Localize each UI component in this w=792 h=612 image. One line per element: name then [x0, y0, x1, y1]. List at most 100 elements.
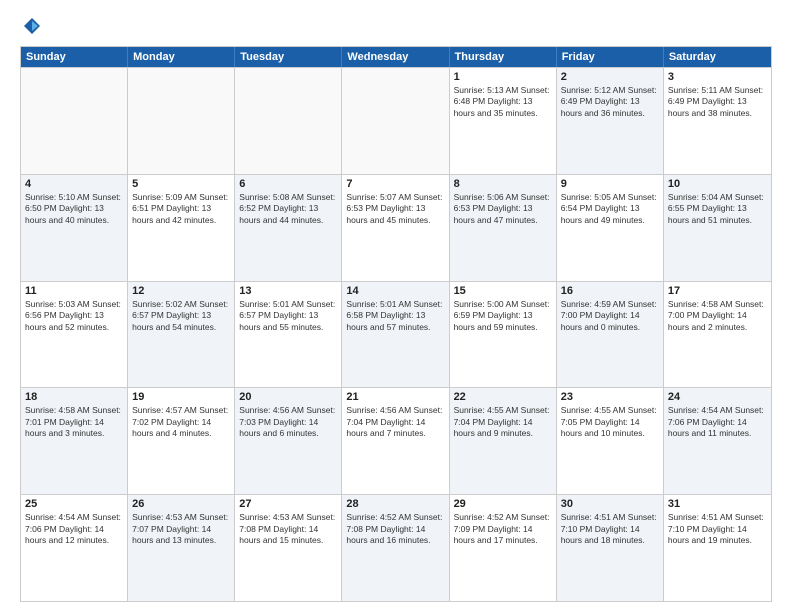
day-number: 27 [239, 498, 337, 510]
day-info: Sunrise: 5:05 AM Sunset: 6:54 PM Dayligh… [561, 192, 659, 226]
empty-cell-0-3 [342, 68, 449, 174]
day-info: Sunrise: 4:59 AM Sunset: 7:00 PM Dayligh… [561, 299, 659, 333]
day-info: Sunrise: 5:04 AM Sunset: 6:55 PM Dayligh… [668, 192, 767, 226]
weekday-header-wednesday: Wednesday [342, 47, 449, 67]
day-number: 11 [25, 285, 123, 297]
calendar-body: 1 Sunrise: 5:13 AM Sunset: 6:48 PM Daylig… [21, 67, 771, 601]
day-info: Sunrise: 5:11 AM Sunset: 6:49 PM Dayligh… [668, 85, 767, 119]
day-cell-6: 6Sunrise: 5:08 AM Sunset: 6:52 PM Daylig… [235, 175, 342, 281]
day-cell-25: 25 Sunrise: 4:54 AM Sunset: 7:06 PM Dayli… [21, 495, 128, 601]
day-info: Sunrise: 4:58 AM Sunset: 7:01 PM Dayligh… [25, 405, 123, 439]
day-number: 13 [239, 285, 337, 297]
day-info: Sunrise: 5:09 AM Sunset: 6:51 PM Dayligh… [132, 192, 230, 226]
calendar-row-1: 4 Sunrise: 5:10 AM Sunset: 6:50 PM Daylig… [21, 174, 771, 281]
day-number: 3 [668, 71, 767, 83]
weekday-header-saturday: Saturday [664, 47, 771, 67]
day-number: 2 [561, 71, 659, 83]
day-number: 7 [346, 178, 444, 190]
day-cell-7: 7 Sunrise: 5:07 AM Sunset: 6:53 PM Daylig… [342, 175, 449, 281]
day-cell-5: 5 Sunrise: 5:09 AM Sunset: 6:51 PM Daylig… [128, 175, 235, 281]
day-info: Sunrise: 4:51 AM Sunset: 7:10 PM Dayligh… [668, 512, 767, 546]
day-cell-12: 12 Sunrise: 5:02 AM Sunset: 6:57 PM Dayli… [128, 282, 235, 388]
day-number: 30 [561, 498, 659, 510]
day-info: Sunrise: 5:01 AM Sunset: 6:57 PM Dayligh… [239, 299, 337, 333]
day-info: Sunrise: 5:08 AM Sunset: 6:52 PM Dayligh… [239, 192, 337, 226]
day-info: Sunrise: 5:10 AM Sunset: 6:50 PM Dayligh… [25, 192, 123, 226]
day-info: Sunrise: 4:56 AM Sunset: 7:03 PM Dayligh… [239, 405, 337, 439]
weekday-header-sunday: Sunday [21, 47, 128, 67]
day-info: Sunrise: 4:55 AM Sunset: 7:04 PM Dayligh… [454, 405, 552, 439]
logo-icon [22, 16, 42, 36]
day-number: 4 [25, 178, 123, 190]
empty-cell-0-2 [235, 68, 342, 174]
day-number: 12 [132, 285, 230, 297]
day-cell-17: 17 Sunrise: 4:58 AM Sunset: 7:00 PM Dayli… [664, 282, 771, 388]
day-cell-30: 30 Sunrise: 4:51 AM Sunset: 7:10 PM Dayli… [557, 495, 664, 601]
day-cell-24: 24Sunrise: 4:54 AM Sunset: 7:06 PM Dayli… [664, 388, 771, 494]
day-number: 17 [668, 285, 767, 297]
day-cell-16: 16Sunrise: 4:59 AM Sunset: 7:00 PM Dayli… [557, 282, 664, 388]
day-number: 25 [25, 498, 123, 510]
day-cell-11: 11 Sunrise: 5:03 AM Sunset: 6:56 PM Dayli… [21, 282, 128, 388]
day-info: Sunrise: 4:56 AM Sunset: 7:04 PM Dayligh… [346, 405, 444, 439]
day-info: Sunrise: 4:51 AM Sunset: 7:10 PM Dayligh… [561, 512, 659, 546]
weekday-header-monday: Monday [128, 47, 235, 67]
day-info: Sunrise: 4:54 AM Sunset: 7:06 PM Dayligh… [668, 405, 767, 439]
calendar-header: SundayMondayTuesdayWednesdayThursdayFrid… [21, 47, 771, 67]
day-number: 10 [668, 178, 767, 190]
day-number: 8 [454, 178, 552, 190]
day-info: Sunrise: 5:02 AM Sunset: 6:57 PM Dayligh… [132, 299, 230, 333]
day-number: 15 [454, 285, 552, 297]
day-cell-21: 21Sunrise: 4:56 AM Sunset: 7:04 PM Dayli… [342, 388, 449, 494]
day-number: 26 [132, 498, 230, 510]
day-info: Sunrise: 5:06 AM Sunset: 6:53 PM Dayligh… [454, 192, 552, 226]
day-info: Sunrise: 4:58 AM Sunset: 7:00 PM Dayligh… [668, 299, 767, 333]
day-info: Sunrise: 4:53 AM Sunset: 7:08 PM Dayligh… [239, 512, 337, 546]
calendar: SundayMondayTuesdayWednesdayThursdayFrid… [20, 46, 772, 602]
day-cell-1: 1 Sunrise: 5:13 AM Sunset: 6:48 PM Daylig… [450, 68, 557, 174]
day-info: Sunrise: 5:12 AM Sunset: 6:49 PM Dayligh… [561, 85, 659, 119]
calendar-row-4: 25 Sunrise: 4:54 AM Sunset: 7:06 PM Dayli… [21, 494, 771, 601]
day-cell-22: 22Sunrise: 4:55 AM Sunset: 7:04 PM Dayli… [450, 388, 557, 494]
day-info: Sunrise: 4:57 AM Sunset: 7:02 PM Dayligh… [132, 405, 230, 439]
weekday-header-tuesday: Tuesday [235, 47, 342, 67]
day-info: Sunrise: 4:55 AM Sunset: 7:05 PM Dayligh… [561, 405, 659, 439]
day-info: Sunrise: 5:07 AM Sunset: 6:53 PM Dayligh… [346, 192, 444, 226]
day-cell-3: 3 Sunrise: 5:11 AM Sunset: 6:49 PM Daylig… [664, 68, 771, 174]
day-cell-18: 18 Sunrise: 4:58 AM Sunset: 7:01 PM Dayli… [21, 388, 128, 494]
day-number: 29 [454, 498, 552, 510]
day-number: 14 [346, 285, 444, 297]
day-cell-31: 31 Sunrise: 4:51 AM Sunset: 7:10 PM Dayli… [664, 495, 771, 601]
empty-cell-0-1 [128, 68, 235, 174]
day-number: 31 [668, 498, 767, 510]
day-number: 19 [132, 391, 230, 403]
day-cell-23: 23Sunrise: 4:55 AM Sunset: 7:05 PM Dayli… [557, 388, 664, 494]
day-cell-29: 29 Sunrise: 4:52 AM Sunset: 7:09 PM Dayli… [450, 495, 557, 601]
day-cell-27: 27 Sunrise: 4:53 AM Sunset: 7:08 PM Dayli… [235, 495, 342, 601]
day-cell-10: 10 Sunrise: 5:04 AM Sunset: 6:55 PM Dayli… [664, 175, 771, 281]
weekday-header-thursday: Thursday [450, 47, 557, 67]
day-info: Sunrise: 4:54 AM Sunset: 7:06 PM Dayligh… [25, 512, 123, 546]
empty-cell-0-0 [21, 68, 128, 174]
day-number: 28 [346, 498, 444, 510]
day-cell-8: 8 Sunrise: 5:06 AM Sunset: 6:53 PM Daylig… [450, 175, 557, 281]
day-number: 5 [132, 178, 230, 190]
day-number: 1 [454, 71, 552, 83]
day-cell-13: 13 Sunrise: 5:01 AM Sunset: 6:57 PM Dayli… [235, 282, 342, 388]
day-info: Sunrise: 5:03 AM Sunset: 6:56 PM Dayligh… [25, 299, 123, 333]
day-info: Sunrise: 5:13 AM Sunset: 6:48 PM Dayligh… [454, 85, 552, 119]
day-number: 9 [561, 178, 659, 190]
header [20, 16, 772, 36]
page: SundayMondayTuesdayWednesdayThursdayFrid… [0, 0, 792, 612]
day-number: 18 [25, 391, 123, 403]
day-info: Sunrise: 4:53 AM Sunset: 7:07 PM Dayligh… [132, 512, 230, 546]
day-cell-15: 15 Sunrise: 5:00 AM Sunset: 6:59 PM Dayli… [450, 282, 557, 388]
day-cell-2: 2 Sunrise: 5:12 AM Sunset: 6:49 PM Daylig… [557, 68, 664, 174]
calendar-row-0: 1 Sunrise: 5:13 AM Sunset: 6:48 PM Daylig… [21, 67, 771, 174]
day-info: Sunrise: 5:00 AM Sunset: 6:59 PM Dayligh… [454, 299, 552, 333]
day-info: Sunrise: 4:52 AM Sunset: 7:09 PM Dayligh… [454, 512, 552, 546]
day-cell-19: 19 Sunrise: 4:57 AM Sunset: 7:02 PM Dayli… [128, 388, 235, 494]
day-cell-14: 14Sunrise: 5:01 AM Sunset: 6:58 PM Dayli… [342, 282, 449, 388]
day-info: Sunrise: 4:52 AM Sunset: 7:08 PM Dayligh… [346, 512, 444, 546]
day-number: 20 [239, 391, 337, 403]
